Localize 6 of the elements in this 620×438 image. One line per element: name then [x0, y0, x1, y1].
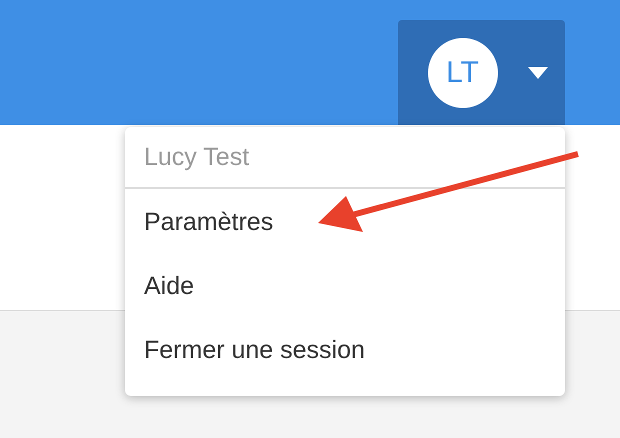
menu-item[interactable]: Aide: [125, 253, 565, 317]
user-avatar: LT: [428, 38, 498, 108]
menu-item[interactable]: Fermer une session: [125, 317, 565, 381]
caret-icon: [528, 66, 548, 78]
user-name: Lucy Test: [144, 142, 250, 172]
menu-item[interactable]: Paramètres: [125, 189, 565, 253]
